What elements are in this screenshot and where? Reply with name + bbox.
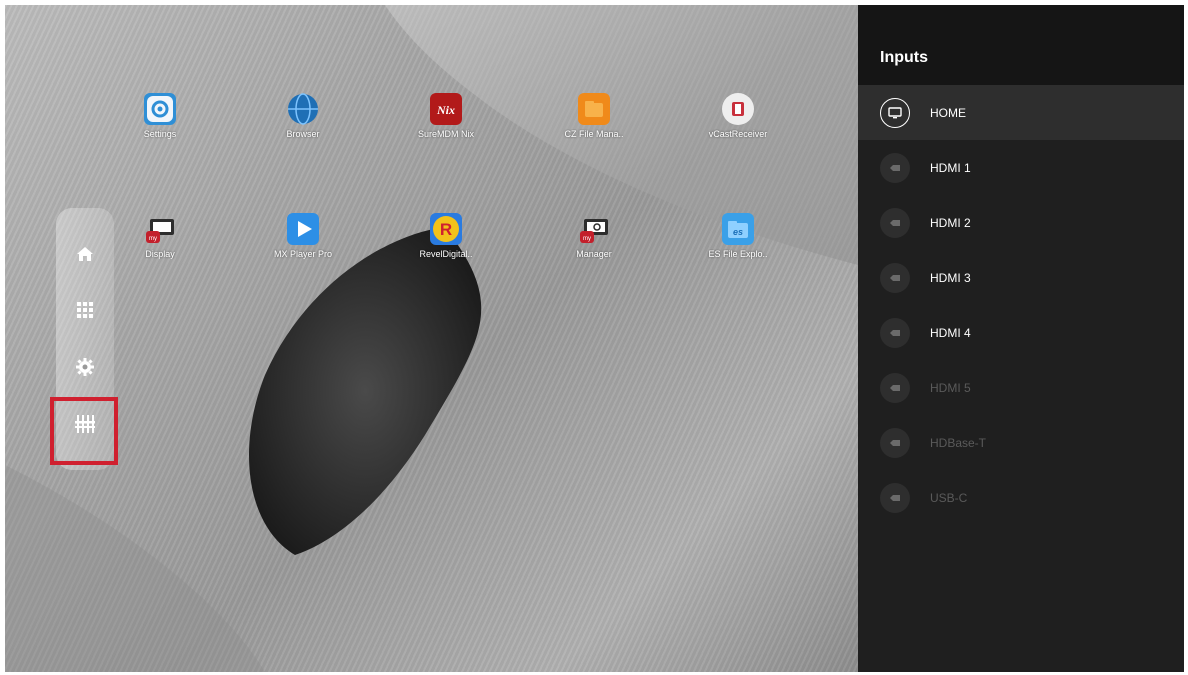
app-cz-file-manager[interactable]: CZ File Mana.. bbox=[539, 93, 649, 139]
home-icon bbox=[77, 247, 93, 261]
nix-logo-icon: Nix bbox=[430, 93, 462, 125]
apps-button[interactable] bbox=[60, 288, 110, 332]
app-label: vCastReceiver bbox=[708, 129, 768, 139]
app-browser[interactable]: Browser bbox=[248, 93, 358, 139]
svg-text:R: R bbox=[440, 220, 452, 239]
app-label: MX Player Pro bbox=[273, 249, 333, 259]
input-label: HOME bbox=[930, 105, 966, 120]
app-label: RevelDigital.. bbox=[419, 249, 473, 259]
cast-display-icon: my bbox=[144, 213, 176, 245]
input-port-icon bbox=[880, 207, 910, 238]
app-manager[interactable]: my Manager bbox=[539, 213, 649, 259]
inputs-title: Inputs bbox=[880, 49, 928, 66]
vcast-icon bbox=[722, 93, 754, 125]
inputs-header: Inputs bbox=[858, 5, 1184, 85]
input-label: HDMI 3 bbox=[930, 270, 971, 285]
input-port-icon bbox=[880, 262, 910, 293]
input-item-hdmi-2[interactable]: HDMI 2 bbox=[858, 195, 1184, 250]
svg-text:Nix: Nix bbox=[436, 103, 455, 117]
app-label: Settings bbox=[143, 129, 177, 139]
settings-button[interactable] bbox=[60, 345, 110, 389]
inputs-panel: Inputs HOME HDMI 1 HDMI 2 HDMI 3 HDMI 4 … bbox=[858, 5, 1184, 672]
revel-r-icon: R bbox=[430, 213, 462, 245]
play-icon bbox=[287, 213, 319, 245]
input-label: HDMI 1 bbox=[930, 160, 971, 175]
es-folder-icon: es bbox=[722, 213, 754, 245]
settings-icon bbox=[76, 358, 94, 376]
app-reveldigital[interactable]: R RevelDigital.. bbox=[391, 213, 501, 259]
input-item-hdmi-3[interactable]: HDMI 3 bbox=[858, 250, 1184, 305]
app-label: Browser bbox=[286, 129, 320, 139]
input-port-icon bbox=[880, 482, 910, 513]
input-port-icon bbox=[880, 317, 910, 348]
app-label: ES File Explo.. bbox=[708, 249, 768, 259]
app-suremdm-nix[interactable]: Nix SureMDM Nix bbox=[391, 93, 501, 139]
manager-gear-icon: my bbox=[578, 213, 610, 245]
input-item-hdmi-5[interactable]: HDMI 5 bbox=[858, 360, 1184, 415]
app-label: Manager bbox=[576, 249, 612, 259]
app-label: Display bbox=[145, 249, 175, 259]
app-settings[interactable]: Settings bbox=[105, 93, 215, 139]
input-item-home[interactable]: HOME bbox=[858, 85, 1184, 140]
screen: Settings Browser Nix SureMDM Nix CZ File… bbox=[5, 5, 1184, 672]
app-mx-player-pro[interactable]: MX Player Pro bbox=[248, 213, 358, 259]
svg-text:my: my bbox=[149, 236, 157, 242]
input-label: HDMI 4 bbox=[930, 325, 971, 340]
app-es-file-explorer[interactable]: es ES File Explo.. bbox=[683, 213, 793, 259]
svg-text:my: my bbox=[583, 236, 591, 242]
input-label: HDBase-T bbox=[930, 435, 987, 450]
input-port-icon bbox=[880, 427, 910, 458]
input-label: HDMI 2 bbox=[930, 215, 971, 230]
home-button[interactable] bbox=[60, 232, 110, 276]
input-port-icon bbox=[880, 372, 910, 403]
svg-text:es: es bbox=[733, 227, 743, 237]
input-item-hdmi-1[interactable]: HDMI 1 bbox=[858, 140, 1184, 195]
input-port-icon bbox=[880, 152, 910, 183]
globe-icon bbox=[287, 93, 319, 125]
settings-gear-icon bbox=[144, 93, 176, 125]
app-label: SureMDM Nix bbox=[417, 129, 474, 139]
app-label: CZ File Mana.. bbox=[564, 129, 624, 139]
app-display[interactable]: my Display bbox=[105, 213, 215, 259]
app-vcastreceiver[interactable]: vCastReceiver bbox=[683, 93, 793, 139]
highlight-box bbox=[50, 397, 118, 465]
input-item-hdmi-4[interactable]: HDMI 4 bbox=[858, 305, 1184, 360]
input-item-usb-c[interactable]: USB-C bbox=[858, 470, 1184, 525]
input-label: USB-C bbox=[930, 490, 968, 505]
input-item-hdbase-t[interactable]: HDBase-T bbox=[858, 415, 1184, 470]
app-grid: Settings Browser Nix SureMDM Nix CZ File… bbox=[5, 5, 858, 672]
apps-grid-icon bbox=[77, 302, 93, 318]
cz-folder-icon bbox=[578, 93, 610, 125]
input-label: HDMI 5 bbox=[930, 380, 971, 395]
tv-icon bbox=[880, 97, 910, 128]
